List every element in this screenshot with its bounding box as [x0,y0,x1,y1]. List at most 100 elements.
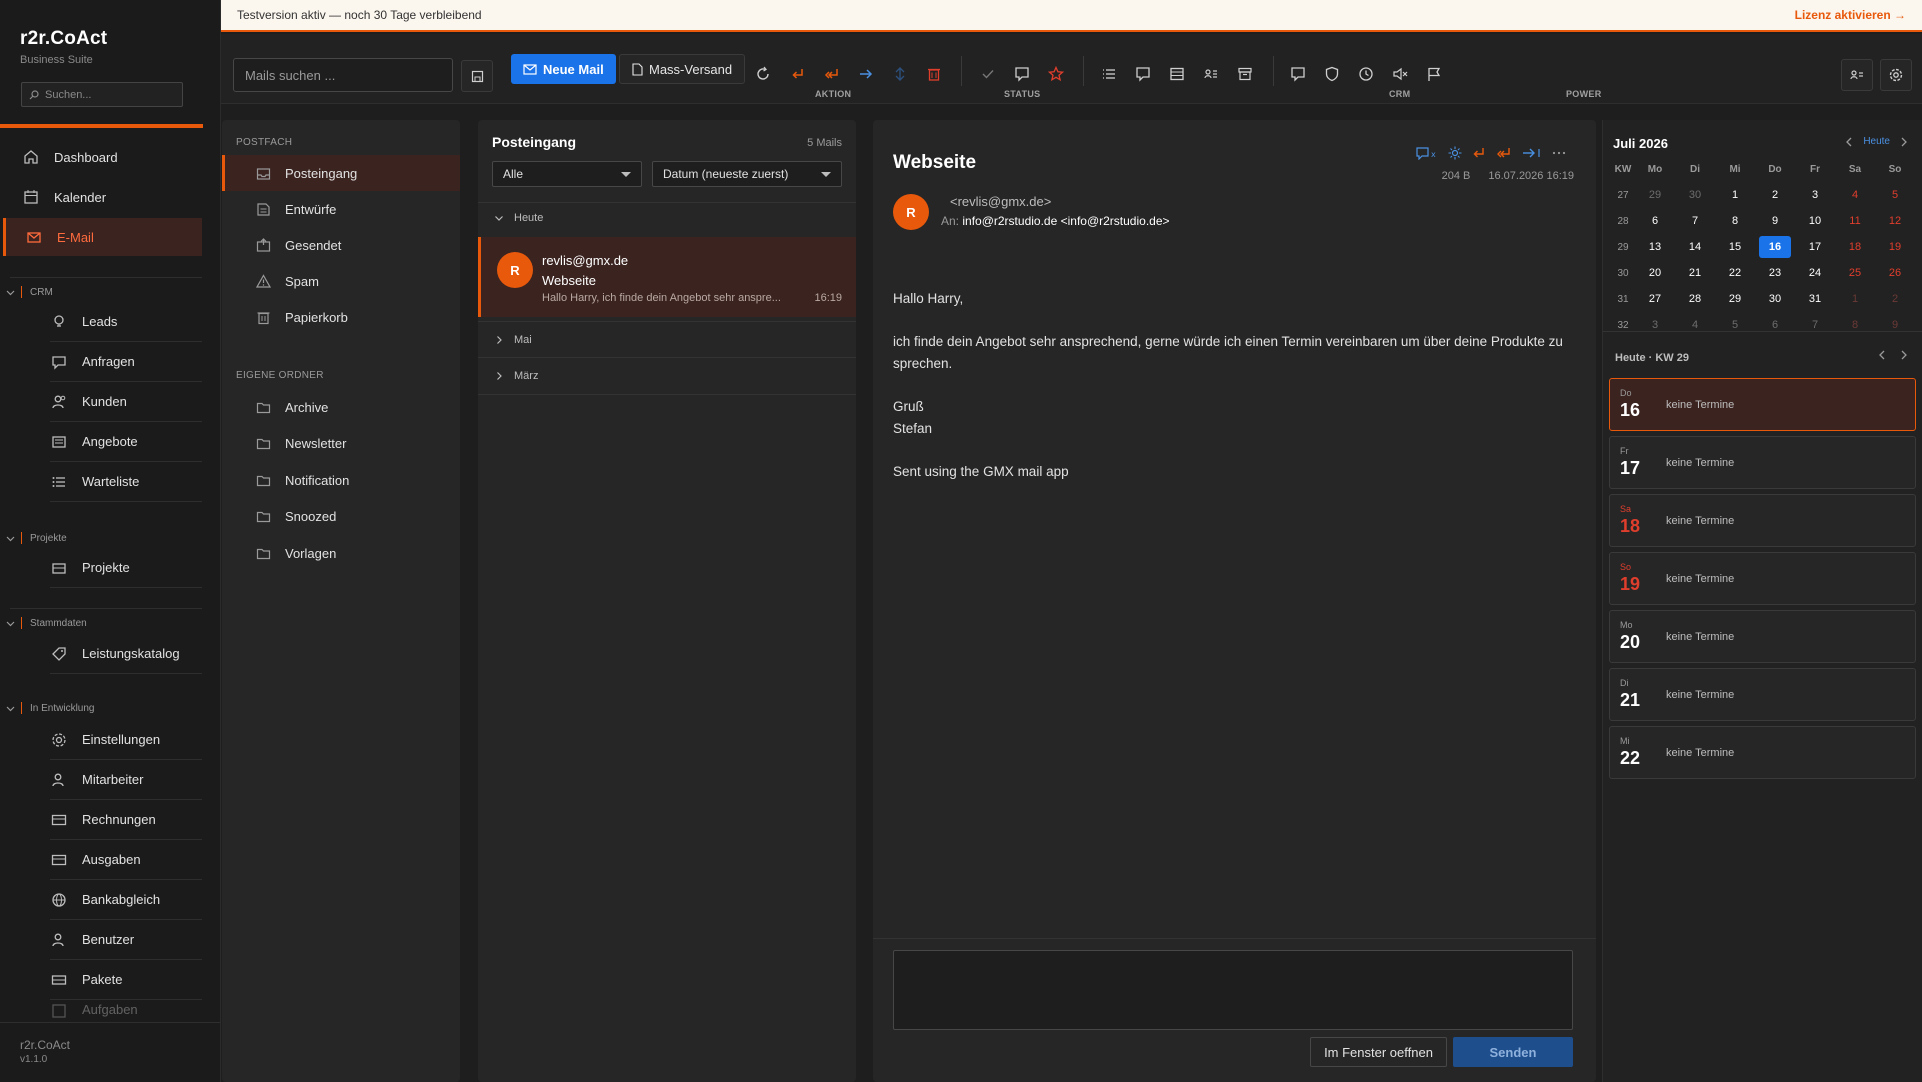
calendar-day[interactable]: 22 [1715,267,1755,279]
sidebar-item-kalender[interactable]: Kalender [10,178,202,216]
sidebar-item-angebote[interactable]: Angebote [50,422,202,462]
folder-vorlagen[interactable]: Vorlagen [236,535,460,571]
folder-archive[interactable]: Archive [236,389,460,425]
sidebar-item-leads[interactable]: Leads [50,302,202,342]
mail-search-input[interactable]: Mails suchen ... [233,58,453,92]
crm-offer-button[interactable] [1162,59,1192,89]
calendar-day[interactable]: 3 [1795,189,1835,201]
sidebar-search-input[interactable]: Suchen... [21,82,183,107]
power-mute-button[interactable] [1385,59,1415,89]
crm-list-button[interactable] [1094,59,1124,89]
folder-notification[interactable]: Notification [236,462,460,498]
sidebar-group-crm[interactable]: CRM [6,286,53,298]
send-button[interactable]: Senden [1453,1037,1573,1067]
reply-icon[interactable] [1472,146,1486,160]
chevron-right-icon[interactable] [1900,137,1908,147]
calendar-day[interactable]: 5 [1715,319,1755,331]
calendar-day[interactable]: 7 [1675,215,1715,227]
brand-name[interactable]: r2r.CoAct [20,28,107,50]
agenda-day-card[interactable]: Sa 18 keine Termine [1609,494,1916,547]
power-comment-button[interactable] [1283,59,1313,89]
sidebar-item-ausgaben[interactable]: Ausgaben [50,840,202,880]
save-search-button[interactable] [461,60,493,92]
agenda-day-card[interactable]: Mo 20 keine Termine [1609,610,1916,663]
filter-select[interactable]: Alle [492,161,642,187]
calendar-day[interactable]: 29 [1635,189,1675,201]
calendar-day[interactable]: 20 [1635,267,1675,279]
calendar-day-today[interactable]: 16 [1755,236,1795,258]
folder-spam[interactable]: Spam [236,263,460,299]
sidebar-item-benutzer[interactable]: Benutzer [50,920,202,960]
calendar-day[interactable]: 28 [1675,293,1715,305]
calendar-day[interactable]: 21 [1675,267,1715,279]
crm-contact-button[interactable] [1196,59,1226,89]
calendar-day[interactable]: 4 [1675,319,1715,331]
calendar-day[interactable]: 18 [1835,241,1875,253]
agenda-day-card[interactable]: So 19 keine Termine [1609,552,1916,605]
sidebar-group-in-entwicklung[interactable]: In Entwicklung [6,702,94,714]
calendar-day[interactable]: 23 [1755,267,1795,279]
agenda-day-card[interactable]: Fr 17 keine Termine [1609,436,1916,489]
sidebar-item-einstellungen[interactable]: Einstellungen [50,720,202,760]
agenda-day-card[interactable]: Di 21 keine Termine [1609,668,1916,721]
folder-papierkorb[interactable]: Papierkorb [236,299,460,335]
calendar-day[interactable]: 1 [1715,189,1755,201]
calendar-day[interactable]: 19 [1875,241,1915,253]
calendar-day[interactable]: 6 [1635,215,1675,227]
power-snooze-button[interactable] [1351,59,1381,89]
mail-group-mai[interactable]: Mai [478,321,856,357]
sidebar-item-rechnungen[interactable]: Rechnungen [50,800,202,840]
new-mail-button[interactable]: Neue Mail [511,54,616,84]
calendar-day[interactable]: 8 [1715,215,1755,227]
mark-done-button[interactable] [973,59,1003,89]
reply-all-icon[interactable] [1496,146,1512,160]
calendar-day[interactable]: 5 [1875,189,1915,201]
calendar-day[interactable]: 9 [1875,319,1915,331]
mail-group-heute[interactable]: Heute [478,202,856,232]
sidebar-item-anfragen[interactable]: Anfragen [50,342,202,382]
calendar-day[interactable]: 24 [1795,267,1835,279]
calendar-day[interactable]: 3 [1635,319,1675,331]
sidebar-item-pakete[interactable]: Pakete [50,960,202,1000]
calendar-day[interactable]: 10 [1795,215,1835,227]
calendar-day[interactable]: 1 [1835,293,1875,305]
calendar-day[interactable]: 9 [1755,215,1795,227]
calendar-day[interactable]: 15 [1715,241,1755,253]
agenda-day-card[interactable]: Do 16 keine Termine [1609,378,1916,431]
calendar-day[interactable]: 31 [1795,293,1835,305]
crm-archive-button[interactable] [1230,59,1260,89]
calendar-day[interactable]: 6 [1755,319,1795,331]
calendar-day[interactable]: 25 [1835,267,1875,279]
sidebar-item-projekte[interactable]: Projekte [50,548,202,588]
star-button[interactable] [1041,59,1071,89]
calendar-day[interactable]: 4 [1835,189,1875,201]
mail-list-item[interactable]: R revlis@gmx.de Webseite Hallo Harry, ic… [478,237,856,317]
folder-gesendet[interactable]: Gesendet [236,227,460,263]
agenda-day-card[interactable]: Mi 22 keine Termine [1609,726,1916,779]
folder-posteingang[interactable]: Posteingang [222,155,460,191]
sidebar-item-mitarbeiter[interactable]: Mitarbeiter [50,760,202,800]
sidebar-item-aufgaben[interactable]: Aufgaben [50,1002,202,1022]
calendar-day[interactable]: 8 [1835,319,1875,331]
sidebar-group-projekte[interactable]: Projekte [6,532,67,544]
chevron-right-icon[interactable] [1900,350,1908,360]
calendar-day[interactable]: 13 [1635,241,1675,253]
forward-icon[interactable] [1522,146,1542,160]
calendar-day[interactable]: 11 [1835,215,1875,227]
forward-button[interactable] [851,59,881,89]
calendar-day[interactable]: 30 [1675,189,1715,201]
folder-newsletter[interactable]: Newsletter [236,425,460,461]
delete-button[interactable] [919,59,949,89]
calendar-day[interactable]: 30 [1755,293,1795,305]
open-window-button[interactable]: Im Fenster oeffnen [1310,1037,1447,1067]
sidebar-item-kunden[interactable]: Kunden [50,382,202,422]
calendar-day[interactable]: 2 [1875,293,1915,305]
reply-button[interactable] [783,59,813,89]
calendar-day[interactable]: 27 [1635,293,1675,305]
power-shield-button[interactable] [1317,59,1347,89]
more-icon[interactable] [1552,146,1566,160]
mail-group-maerz[interactable]: März [478,357,856,395]
ai-sparkle-icon[interactable] [1448,146,1462,160]
sidebar-item-leistungskatalog[interactable]: Leistungskatalog [50,634,202,674]
calendar-day[interactable]: 2 [1755,189,1795,201]
